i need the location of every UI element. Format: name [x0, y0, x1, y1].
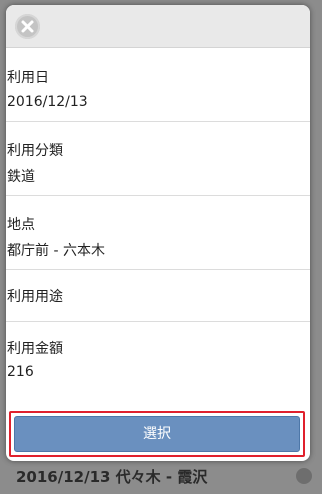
- field-value: 鉄道: [7, 169, 35, 185]
- field-value: 216: [7, 364, 34, 380]
- field-value: 都庁前 - 六本木: [7, 243, 105, 259]
- chevron-icon: [296, 468, 312, 484]
- field-value: 2016/12/13: [7, 94, 88, 110]
- background-list-item: 2016/12/13 代々木 - 霞沢: [0, 462, 322, 492]
- select-button-highlight: 選択: [9, 411, 305, 457]
- detail-modal: 利用日 2016/12/13 利用分類 鉄道 地点 都庁前 - 六本木 利用用途…: [6, 5, 310, 461]
- modal-header: [6, 5, 310, 48]
- close-button[interactable]: [15, 14, 40, 39]
- field-usage-amount: 利用金額 216: [6, 322, 310, 400]
- field-label: 利用日: [7, 70, 49, 86]
- field-usage-purpose: 利用用途: [6, 270, 310, 322]
- field-label: 利用用途: [7, 289, 63, 305]
- close-icon: [21, 20, 34, 33]
- field-label: 利用金額: [7, 341, 63, 357]
- modal-footer: 選択: [6, 405, 310, 461]
- field-usage-date: 利用日 2016/12/13: [6, 48, 310, 122]
- field-usage-category: 利用分類 鉄道: [6, 122, 310, 196]
- background-list-item-text: 2016/12/13 代々木 - 霞沢: [16, 468, 208, 486]
- field-location: 地点 都庁前 - 六本木: [6, 196, 310, 270]
- select-button[interactable]: 選択: [14, 416, 300, 452]
- field-label: 地点: [7, 217, 35, 233]
- field-label: 利用分類: [7, 143, 63, 159]
